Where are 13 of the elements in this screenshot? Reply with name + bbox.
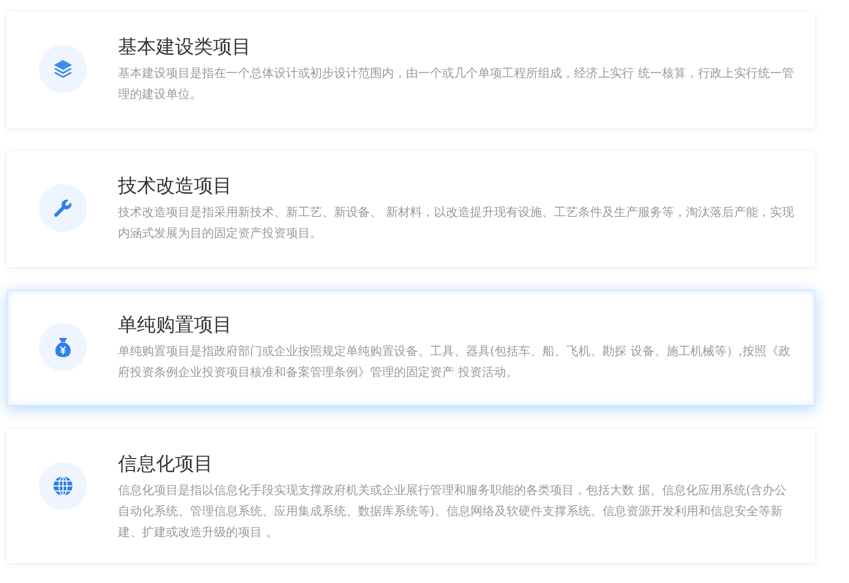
card-description: 技术改造项目是指采用新技术、新工艺、新设备、 新材料，以改造提升现有设施、工艺条件及生产服务等，淘汰落后产能，实现内涵式发展为目的固定资产投资项目。 — [118, 204, 795, 242]
card-description: 单纯购置项目是指政府部门或企业按照规定单纯购置设备、工具、器具(包括车、船、飞机、勘探 设备、施工机械等）,按照《政府投资条例企业投资项目核准和备案管理条例》管理的固定资产 投资活动。 — [118, 343, 792, 381]
card-description: 信息化项目是指以信息化手段实现支撑政府机关或企业展行管理和服务职能的各类项目，包括大数 据、信息化应用系统(含办公自动化系统、管理信息系统、应用集成系统、数据库系统等)、信息网络及软硬件支撑系统、信息资源开发利用和信息安全等新建、扩建或改造升级的项目 。 — [118, 482, 788, 541]
card-title: 技术改造项目 — [118, 174, 233, 199]
card-description: 基本建设项目是指在一个总体设计或初步设计范围内，由一个或几个单项工程所组成，经济上实行 统一核算，行政上实行统一管理的建设单位。 — [118, 65, 795, 103]
globe-icon — [51, 474, 75, 498]
project-card[interactable]: 信息化项目 信息化项目是指以信息化手段实现支撑政府机关或企业展行管理和服务职能的各类项目，包括大数 据、信息化应用系统(含办公自动化系统、管理信息系统、应用集成系统、数据库系统等)、信息网络及软硬件支撑系统、信息资源开发利用和信息安全等新建、扩建或改造升级的项目 。 — [7, 429, 815, 563]
project-card[interactable]: 技术改造项目 技术改造项目是指采用新技术、新工艺、新设备、 新材料，以改造提升现有设施、工艺条件及生产服务等，淘汰落后产能，实现内涵式发展为目的固定资产投资项目。 — [7, 151, 815, 267]
card-title: 基本建设类项目 — [118, 35, 252, 60]
card-title: 单纯购置项目 — [118, 313, 233, 338]
card-title: 信息化项目 — [118, 452, 214, 477]
project-card[interactable]: 基本建设类项目 基本建设项目是指在一个总体设计或初步设计范围内，由一个或几个单项工程所组成，经济上实行 统一核算，行政上实行统一管理的建设单位。 — [7, 12, 815, 128]
project-card[interactable]: 单纯购置项目 单纯购置项目是指政府部门或企业按照规定单纯购置设备、工具、器具(包括车、船、飞机、勘探 设备、施工机械等）,按照《政府投资条例企业投资项目核准和备案管理条例》管理的固定资产 投资活动。 — [7, 290, 815, 406]
